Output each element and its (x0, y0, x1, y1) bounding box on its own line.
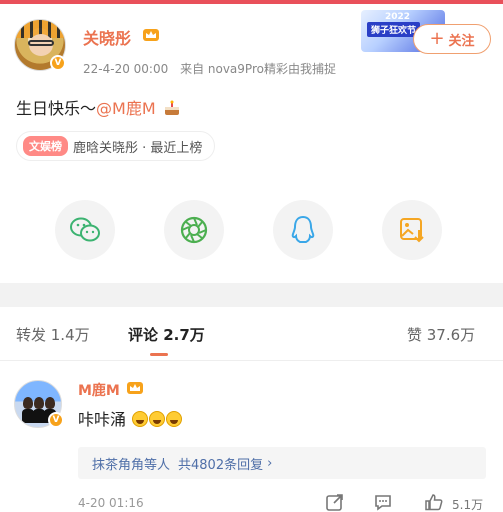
active-tab-indicator (150, 353, 168, 356)
comment-text-body: 咔咔涌 (78, 410, 127, 429)
comment-time: 4-20 01:16 (78, 496, 144, 510)
avatar-glasses (28, 40, 54, 46)
author-name[interactable]: 关晓彤 (83, 25, 131, 49)
rank-text: 鹿晗关晓彤 · 最近上榜 (73, 140, 203, 156)
tab-repost[interactable]: 转发 1.4万 (16, 324, 90, 345)
share-wechat-button[interactable] (55, 200, 115, 260)
commenter-vip-crown-icon (127, 382, 143, 394)
comment-icon[interactable] (373, 492, 393, 512)
follow-label: 关注 (448, 33, 475, 49)
qq-icon (291, 215, 315, 243)
comment-text: 咔咔涌 (78, 406, 183, 430)
comment-like-count: 5.1万 (452, 498, 484, 512)
share-save-image-button[interactable] (382, 200, 442, 260)
commenter-verified-icon: V (48, 412, 64, 428)
share-moments-button[interactable] (164, 200, 224, 260)
chevron-right-icon: › (267, 455, 273, 471)
rank-tag: 文娱榜 (23, 136, 68, 156)
laugh-emoji-icon (166, 411, 183, 427)
laugh-emoji-icon (132, 411, 149, 427)
save-image-icon (400, 218, 424, 243)
commenter-name[interactable]: M鹿M (78, 380, 120, 400)
plus-icon: + (429, 28, 445, 49)
interaction-tabs: 转发 1.4万 评论 2.7万 赞 37.6万 (0, 307, 503, 361)
follow-button[interactable]: + 关注 (413, 24, 491, 54)
cake-emoji-icon (164, 100, 179, 115)
repost-icon[interactable] (325, 492, 345, 512)
post-text: 生日快乐～@M鹿M (16, 95, 181, 119)
laugh-emoji-icon (149, 411, 166, 427)
vip-crown-icon (143, 29, 159, 41)
post-mention[interactable]: @M鹿M (96, 99, 156, 118)
replies-count: 共4802条回复 (178, 457, 264, 473)
moments-icon (180, 216, 208, 244)
share-row (0, 200, 503, 260)
tab-comments[interactable]: 评论 2.7万 (128, 324, 205, 345)
verified-badge-icon: V (50, 55, 66, 71)
post-text-prefix: 生日快乐～ (16, 99, 97, 118)
top-accent-bar (0, 0, 503, 4)
event-banner-year: 2022 (385, 12, 411, 22)
share-qq-button[interactable] (273, 200, 333, 260)
like-thumb-icon[interactable] (424, 492, 444, 512)
post-meta: 22-4-20 00:00 来自 nova9Pro精彩由我捕捉 (83, 60, 336, 77)
wechat-icon (70, 217, 100, 242)
replies-preview[interactable]: 抹茶角角等人 共4802条回复 › (78, 447, 486, 479)
section-divider (0, 283, 503, 307)
post-source[interactable]: 来自 nova9Pro精彩由我捕捉 (180, 62, 336, 76)
hot-rank-chip[interactable]: 文娱榜 鹿晗关晓彤 · 最近上榜 (16, 131, 216, 161)
replies-users: 抹茶角角等人 (92, 457, 171, 473)
tab-likes[interactable]: 赞 37.6万 (407, 324, 475, 345)
event-banner-title: 狮子狂欢节 (367, 22, 421, 37)
post-timestamp: 22-4-20 00:00 (83, 62, 169, 76)
